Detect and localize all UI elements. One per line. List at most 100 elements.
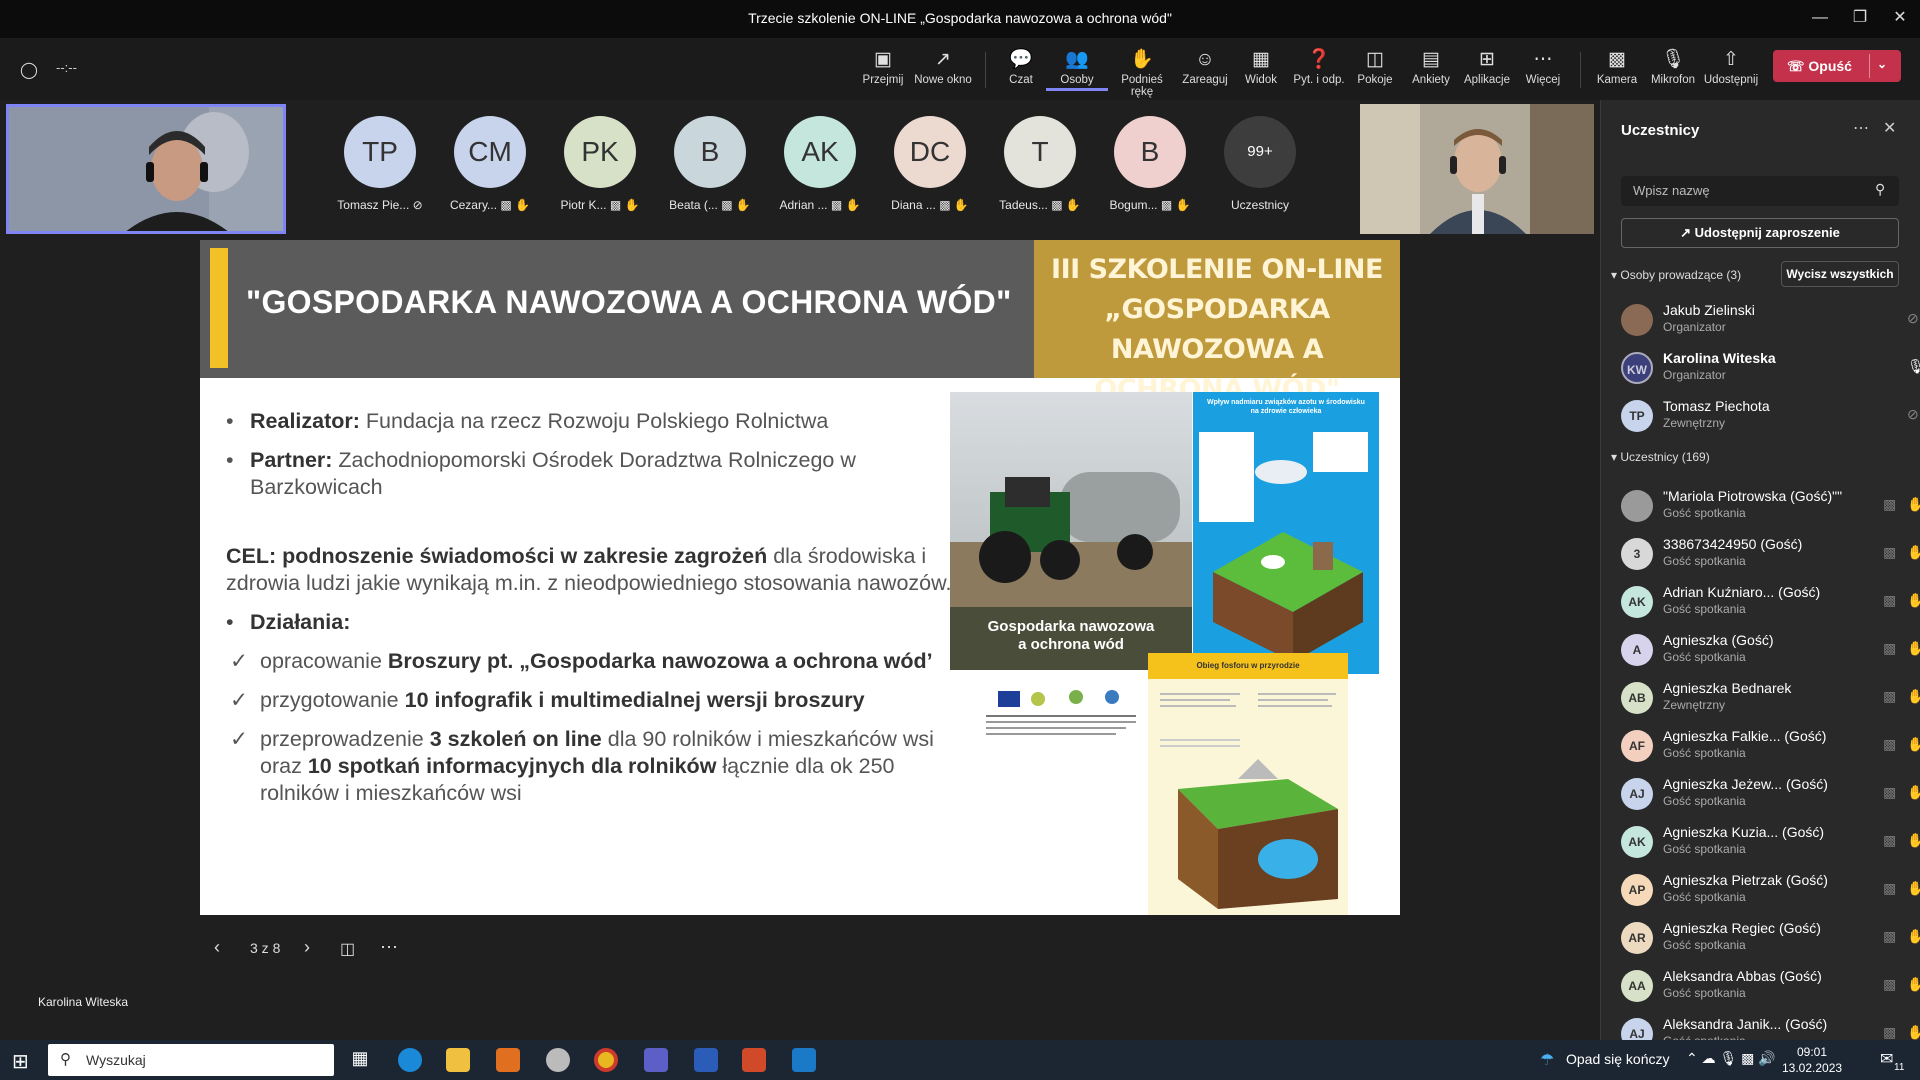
- attendee-row[interactable]: A Agnieszka (Gość) Gość spotkania ▩ ✋: [1621, 630, 1920, 678]
- clock[interactable]: 09:01 13.02.2023: [1782, 1044, 1842, 1076]
- pop-out-icon: ↗: [935, 49, 951, 70]
- meeting-toolbar: ◯ --:-- ▣ Przejmij ↗ Nowe okno 💬 Czat 👥 Osob…: [0, 38, 1920, 100]
- mic-off-icon: ⊘: [1907, 406, 1919, 422]
- attendee-row[interactable]: AP Agnieszka Pietrzak (Gość) Gość spotkani…: [1621, 870, 1920, 918]
- avatar: T: [1004, 116, 1076, 188]
- edge-icon[interactable]: [398, 1048, 422, 1072]
- camera-off-icon: ▩: [1883, 976, 1897, 992]
- taskbar-search-input[interactable]: ⚲ Wyszukaj: [48, 1044, 334, 1076]
- apps-button[interactable]: ⊞ Aplikacje: [1456, 46, 1518, 86]
- search-icon: ⚲: [1875, 181, 1886, 197]
- sponsor-logos: [976, 687, 1146, 767]
- view-button[interactable]: ▦ Widok: [1230, 46, 1292, 86]
- attendee-row[interactable]: 3 338673424950 (Gość) Gość spotkania ▩ ✋: [1621, 534, 1920, 582]
- participant-avatar-3[interactable]: PK Piotr K... ▩ ✋: [550, 116, 650, 212]
- participant-avatar-1[interactable]: TP Tomasz Pie... ⊘: [330, 116, 430, 212]
- hand-icon: ✋: [1907, 688, 1920, 704]
- attendee-row[interactable]: AK Agnieszka Kuzia... (Gość) Gość spotkani…: [1621, 822, 1920, 870]
- share-button[interactable]: ⇧ Udostępnij: [1700, 46, 1762, 86]
- polls-button[interactable]: ▤ Ankiety: [1400, 46, 1462, 86]
- attendee-name: 338673424950 (Gość): [1663, 536, 1803, 552]
- presenters-section-header[interactable]: ▾ Osoby prowadzące (3): [1611, 268, 1741, 282]
- avatar: AK: [784, 116, 856, 188]
- hand-icon: ✋: [1907, 928, 1920, 944]
- presenter-row[interactable]: Jakub Zielinski Organizator ⊘: [1621, 300, 1919, 348]
- previous-slide-button[interactable]: ‹: [214, 937, 220, 958]
- teams-icon[interactable]: [644, 1048, 668, 1072]
- camera-button[interactable]: ▩ Kamera: [1586, 46, 1648, 86]
- close-window-button[interactable]: ✕: [1888, 6, 1912, 30]
- mute-all-button[interactable]: Wycisz wszystkich: [1781, 261, 1899, 287]
- hand-icon: ✋: [624, 198, 640, 212]
- take-control-button[interactable]: ▣ Przejmij: [852, 46, 914, 86]
- attendee-name: Agnieszka Jeżew... (Gość): [1663, 776, 1828, 792]
- avatar: CM: [454, 116, 526, 188]
- task-view-icon[interactable]: ▦: [348, 1048, 372, 1072]
- search-icon: ⚲: [60, 1051, 71, 1068]
- rooms-button[interactable]: ◫ Pokoje: [1344, 46, 1406, 86]
- attendee-row[interactable]: AB Agnieszka Bednarek Zewnętrzny ▩ ✋: [1621, 678, 1920, 726]
- presenter-row[interactable]: KW Karolina Witeska Organizator 🎙: [1621, 348, 1920, 396]
- participant-avatar-6[interactable]: DC Diana ... ▩ ✋: [880, 116, 980, 212]
- windows-start-icon[interactable]: ⊞: [12, 1049, 29, 1074]
- self-video-tile[interactable]: [6, 104, 286, 234]
- more-participants-button[interactable]: 99+ Uczestnicy: [1210, 116, 1310, 212]
- react-button[interactable]: ☺ Zareaguj: [1174, 46, 1236, 86]
- photos-icon[interactable]: [792, 1048, 816, 1072]
- participant-avatar-4[interactable]: B Beata (... ▩ ✋: [660, 116, 760, 212]
- new-window-button[interactable]: ↗ Nowe okno: [912, 46, 974, 86]
- word-icon[interactable]: [694, 1048, 718, 1072]
- attendee-row[interactable]: AJ Agnieszka Jeżew... (Gość) Gość spotkani…: [1621, 774, 1920, 822]
- participant-video-tile[interactable]: [1360, 104, 1594, 234]
- outlook-icon[interactable]: [496, 1048, 520, 1072]
- qa-button[interactable]: ❓ Pyt. i odp.: [1288, 46, 1350, 86]
- participant-avatar-5[interactable]: AK Adrian ... ▩ ✋: [770, 116, 870, 212]
- participant-avatar-2[interactable]: CM Cezary... ▩ ✋: [440, 116, 540, 212]
- file-explorer-icon[interactable]: [446, 1048, 470, 1072]
- attendee-row[interactable]: AA Aleksandra Abbas (Gość) Gość spotkania ▩…: [1621, 966, 1920, 1014]
- attendee-row[interactable]: AF Agnieszka Falkie... (Gość) Gość spotkan…: [1621, 726, 1920, 774]
- attendee-name: Agnieszka Kuzia... (Gość): [1663, 824, 1825, 840]
- avatar: AK: [1621, 826, 1653, 858]
- powerpoint-icon[interactable]: [742, 1048, 766, 1072]
- attendee-row[interactable]: AK Adrian Kuźniaro... (Gość) Gość spotkani…: [1621, 582, 1920, 630]
- camera-off-icon: ▩: [609, 198, 622, 212]
- weather-text[interactable]: Opad się kończy: [1566, 1051, 1670, 1067]
- meeting-timer: --:--: [56, 60, 77, 75]
- chat-button[interactable]: 💬 Czat: [990, 46, 1052, 86]
- mic-off-icon: ⊘: [412, 198, 423, 212]
- attendee-row[interactable]: AJAleksandra Janik... (Gość)Gość spotkan…: [1621, 1014, 1920, 1040]
- chevron-down-icon[interactable]: ⌄: [1877, 57, 1887, 71]
- slide-more-icon[interactable]: ⋯: [380, 937, 398, 958]
- raise-hand-button[interactable]: ✋ Podnieś rękę: [1110, 46, 1174, 98]
- attendee-row[interactable]: AR Agnieszka Regiec (Gość) Gość spotkania ▩…: [1621, 918, 1920, 966]
- attendee-row[interactable]: "Mariola Piotrowska (Gość)"" Gość spotkan…: [1621, 486, 1920, 534]
- leave-button[interactable]: ☏ Opuść ⌄: [1773, 50, 1901, 82]
- tray-icons[interactable]: ⌃ ☁ 🎙 ▩ 🔊: [1686, 1050, 1776, 1067]
- polls-icon: ▤: [1422, 49, 1440, 70]
- action-item: opracowanie Broszury pt. „Gospodarka naw…: [226, 648, 966, 675]
- participant-avatar-7[interactable]: T Tadeus... ▩ ✋: [990, 116, 1090, 212]
- slide-grid-icon[interactable]: ◫: [340, 939, 355, 959]
- more-button[interactable]: ⋯ Więcej: [1512, 46, 1574, 86]
- infographic-phosphorus: Obieg fosforu w przyrodzie: [1148, 653, 1348, 915]
- participant-search-input[interactable]: Wpisz nazwę ⚲: [1621, 176, 1899, 206]
- microphone-button[interactable]: 🎙 Mikrofon: [1642, 46, 1704, 86]
- participant-avatar-8[interactable]: B Bogum... ▩ ✋: [1100, 116, 1200, 212]
- share-invite-button[interactable]: ↗ Udostępnij zaproszenie: [1621, 218, 1899, 248]
- restore-button[interactable]: ❐: [1848, 6, 1872, 30]
- chrome-icon[interactable]: [594, 1048, 618, 1072]
- minimize-button[interactable]: —: [1808, 6, 1832, 30]
- next-slide-button[interactable]: ›: [304, 937, 310, 958]
- panel-more-icon[interactable]: ⋯: [1853, 118, 1869, 138]
- avatar: AJ: [1621, 778, 1653, 810]
- attendees-section-header[interactable]: ▾ Uczestnicy (169): [1611, 450, 1710, 464]
- presenter-row[interactable]: TP Tomasz Piechota Zewnętrzny ⊘: [1621, 396, 1919, 444]
- attendee-role: Gość spotkania: [1663, 890, 1746, 904]
- app-icon[interactable]: [546, 1048, 570, 1072]
- people-button[interactable]: 👥 Osoby: [1046, 46, 1108, 91]
- panel-close-icon[interactable]: ✕: [1883, 118, 1896, 138]
- avatar: [1621, 490, 1653, 522]
- mic-off-icon: 🎙: [1660, 49, 1686, 70]
- notifications-icon[interactable]: ✉: [1880, 1049, 1893, 1069]
